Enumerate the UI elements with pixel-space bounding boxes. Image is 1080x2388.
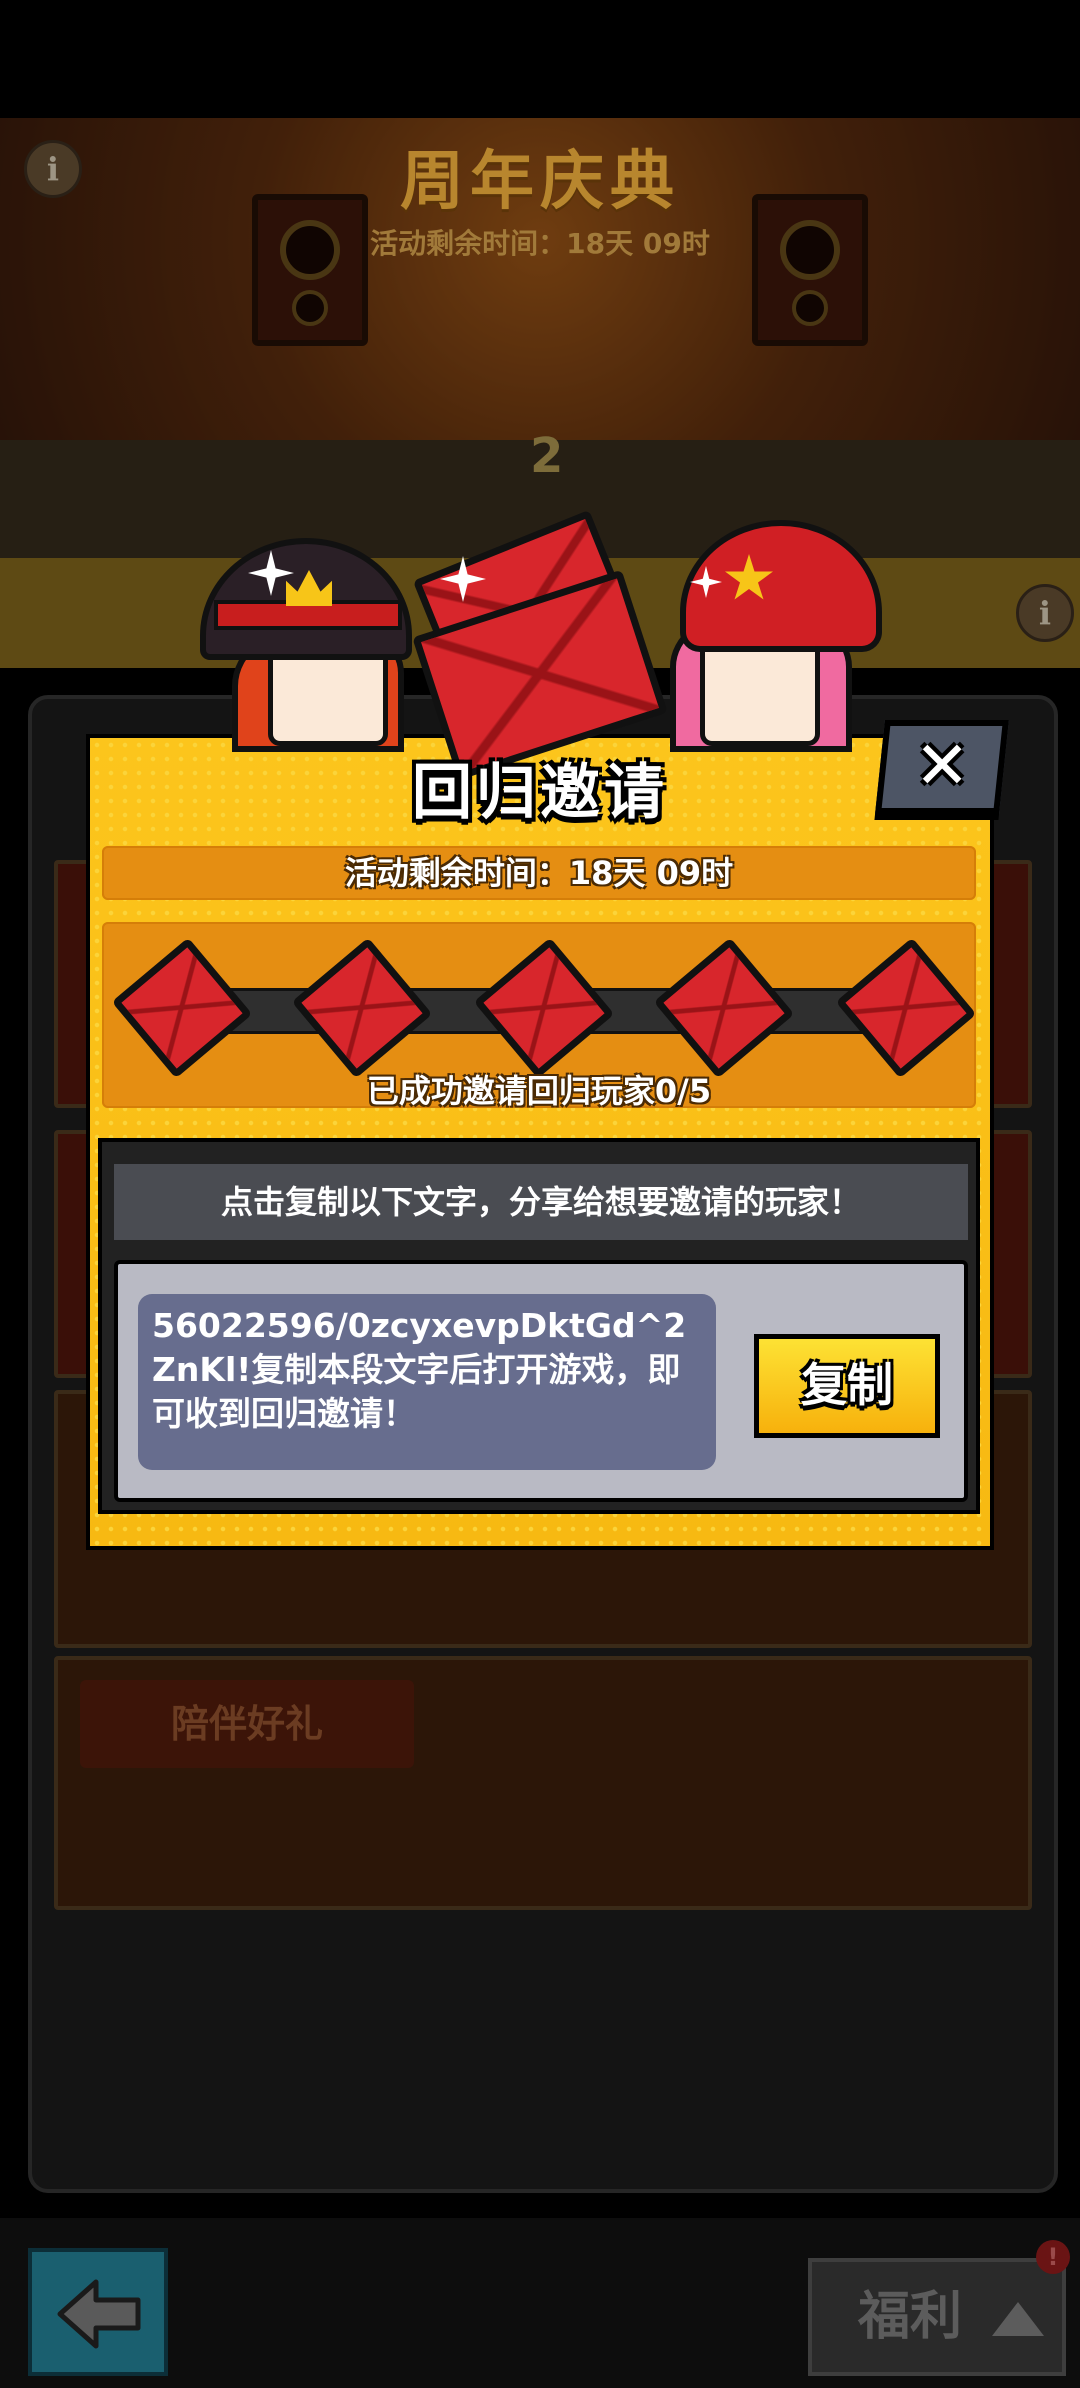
close-icon: ✕ xyxy=(914,727,970,804)
back-button[interactable] xyxy=(28,2248,168,2376)
banner-timer: 活动剩余时间：18天 09时 xyxy=(370,227,710,260)
stage-number: 2 xyxy=(530,428,564,484)
back-arrow-icon xyxy=(57,2279,141,2349)
notification-badge: ! xyxy=(1036,2240,1070,2274)
info-icon[interactable]: i xyxy=(1016,584,1074,642)
status-bar-area xyxy=(0,0,1080,118)
character-right-face xyxy=(700,636,820,746)
invite-code-text[interactable]: 56022596/0zcyxevpDktGd^2ZnKl!复制本段文字后打开游戏… xyxy=(138,1294,716,1470)
invite-progress-label: 已成功邀请回归玩家0/5 xyxy=(366,1072,712,1110)
character-left-face xyxy=(268,646,388,746)
share-instruction: 点击复制以下文字，分享给想要邀请的玩家！ xyxy=(114,1164,968,1240)
event-timer: 活动剩余时间：18天 09时 xyxy=(102,846,976,900)
banner-title: 周年庆典 xyxy=(400,145,680,219)
chevron-up-icon xyxy=(992,2302,1044,2336)
companion-gift-label: 陪伴好礼 xyxy=(80,1680,414,1768)
welfare-label: 福利 xyxy=(858,2287,963,2347)
welfare-button[interactable]: 福利 xyxy=(808,2258,1066,2376)
modal-title: 回归邀请 xyxy=(412,758,668,828)
copy-button[interactable]: 复制 xyxy=(754,1334,940,1438)
close-button[interactable]: ✕ xyxy=(875,720,1009,814)
info-icon[interactable]: i xyxy=(24,140,82,198)
